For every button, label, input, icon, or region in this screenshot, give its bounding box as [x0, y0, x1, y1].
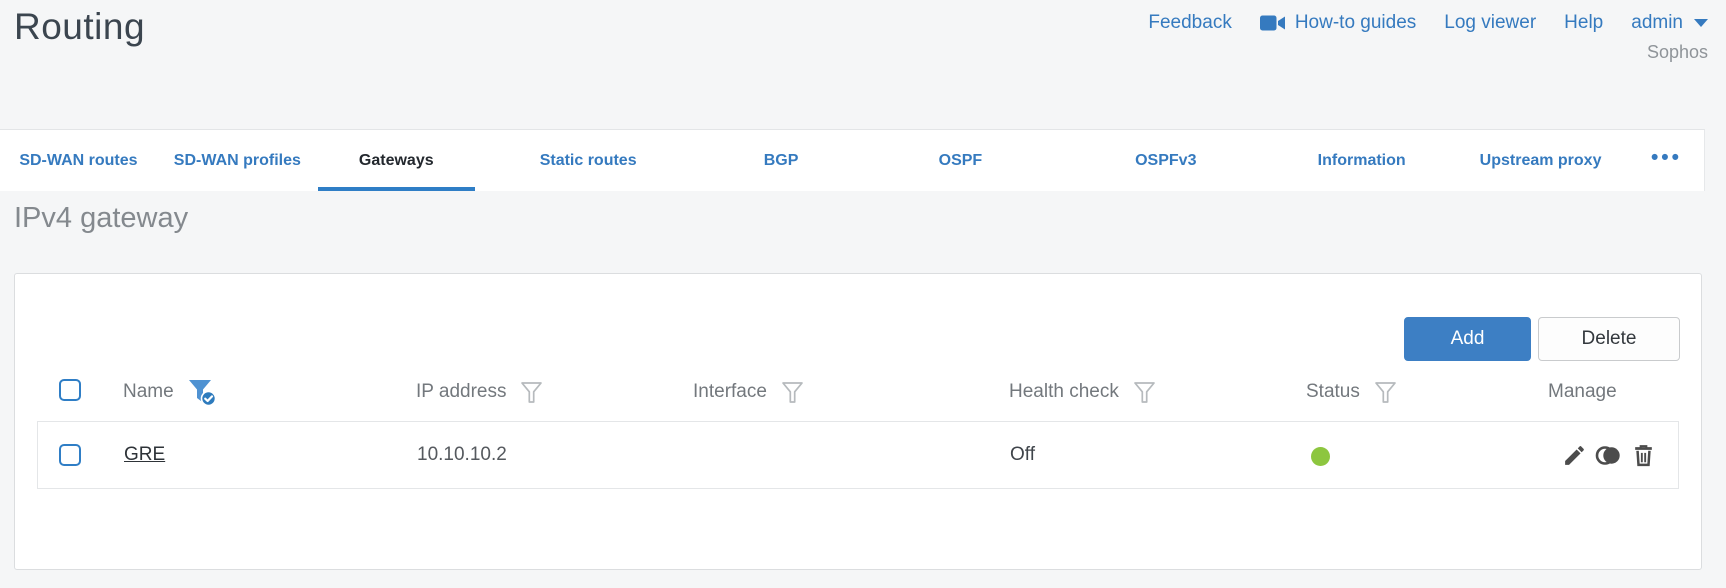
column-manage: Manage [1548, 374, 1617, 410]
table-header: Name IP address Interface Health check S… [15, 374, 1701, 410]
tab-information[interactable]: Information [1271, 130, 1452, 191]
add-button[interactable]: Add [1404, 317, 1531, 361]
edit-icon[interactable] [1562, 443, 1587, 468]
delete-icon[interactable] [1631, 443, 1656, 468]
tab-label: SD-WAN profiles [173, 151, 301, 169]
ip-address-cell: 10.10.10.2 [417, 444, 507, 465]
brand-label: Sophos [1646, 42, 1708, 62]
routing-page: Routing Feedback How-to guides Log viewe… [0, 0, 1726, 588]
gateway-name-link[interactable]: GRE [124, 422, 165, 488]
header-right: Feedback How-to guides Log viewer Help a… [1148, 12, 1708, 63]
feedback-link[interactable]: Feedback [1148, 12, 1231, 34]
tab-label: OSPF [938, 151, 983, 169]
column-health-check: Health check [1009, 374, 1157, 410]
row-checkbox[interactable] [59, 444, 81, 466]
clone-icon[interactable] [1595, 443, 1623, 468]
status-dot [1311, 447, 1330, 466]
gateway-panel: Add Delete Name IP address Interface Hea… [14, 273, 1702, 570]
health-check-cell: Off [1010, 444, 1035, 465]
column-name: Name [123, 374, 218, 410]
column-status: Status [1306, 374, 1398, 410]
filter-icon[interactable] [519, 380, 544, 405]
tab-label: Gateways [358, 151, 434, 169]
filter-icon[interactable] [1373, 380, 1398, 405]
tab-gateways[interactable]: Gateways [317, 130, 475, 191]
help-link[interactable]: Help [1564, 12, 1603, 34]
tab-upstream-proxy[interactable]: Upstream proxy [1452, 130, 1629, 191]
admin-menu[interactable]: admin [1631, 12, 1708, 34]
manage-cell [1562, 422, 1656, 488]
video-camera-icon [1259, 13, 1286, 33]
tab-label: OSPFv3 [1135, 151, 1197, 169]
column-interface: Interface [693, 374, 805, 410]
howto-guides-label: How-to guides [1294, 12, 1417, 33]
tab-sdwan-profiles[interactable]: SD-WAN profiles [157, 130, 318, 191]
caret-down-icon [1694, 19, 1708, 27]
more-tabs-button[interactable]: ••• [1629, 130, 1704, 191]
log-viewer-label: Log viewer [1444, 12, 1537, 33]
feedback-label: Feedback [1148, 12, 1232, 33]
log-viewer-link[interactable]: Log viewer [1444, 12, 1536, 34]
table-row: GRE 10.10.10.2 Off [37, 421, 1679, 489]
column-label-name: Name [123, 381, 174, 402]
tab-bar: SD-WAN routes SD-WAN profiles Gateways S… [0, 129, 1705, 191]
help-label: Help [1564, 12, 1604, 33]
tab-sdwan-routes[interactable]: SD-WAN routes [0, 130, 157, 191]
tab-ospf[interactable]: OSPF [860, 130, 1060, 191]
ellipsis-icon: ••• [1650, 145, 1683, 169]
filter-icon[interactable] [1132, 380, 1157, 405]
tab-label: Static routes [539, 151, 637, 169]
admin-label: admin [1631, 12, 1683, 33]
select-all-checkbox[interactable] [59, 379, 81, 401]
header-links: Feedback How-to guides Log viewer Help a… [1148, 12, 1708, 34]
tab-label: SD-WAN routes [19, 151, 138, 169]
tab-static-routes[interactable]: Static routes [475, 130, 702, 191]
filter-icon[interactable] [780, 380, 805, 405]
tab-label: Upstream proxy [1479, 151, 1602, 169]
column-ip-address: IP address [416, 374, 544, 410]
delete-button[interactable]: Delete [1538, 317, 1680, 361]
page-title: Routing [14, 6, 146, 47]
tab-label: BGP [763, 151, 799, 169]
tab-label: Information [1317, 151, 1406, 169]
column-label-ip-address: IP address [416, 381, 507, 402]
filter-active-icon[interactable] [187, 378, 218, 406]
column-label-health-check: Health check [1009, 381, 1119, 402]
tab-bgp[interactable]: BGP [702, 130, 861, 191]
column-label-manage: Manage [1548, 381, 1617, 402]
howto-guides-link[interactable]: How-to guides [1259, 12, 1417, 34]
column-label-status: Status [1306, 381, 1360, 402]
section-heading: IPv4 gateway [14, 202, 189, 234]
column-label-interface: Interface [693, 381, 767, 402]
tab-ospfv3[interactable]: OSPFv3 [1060, 130, 1271, 191]
